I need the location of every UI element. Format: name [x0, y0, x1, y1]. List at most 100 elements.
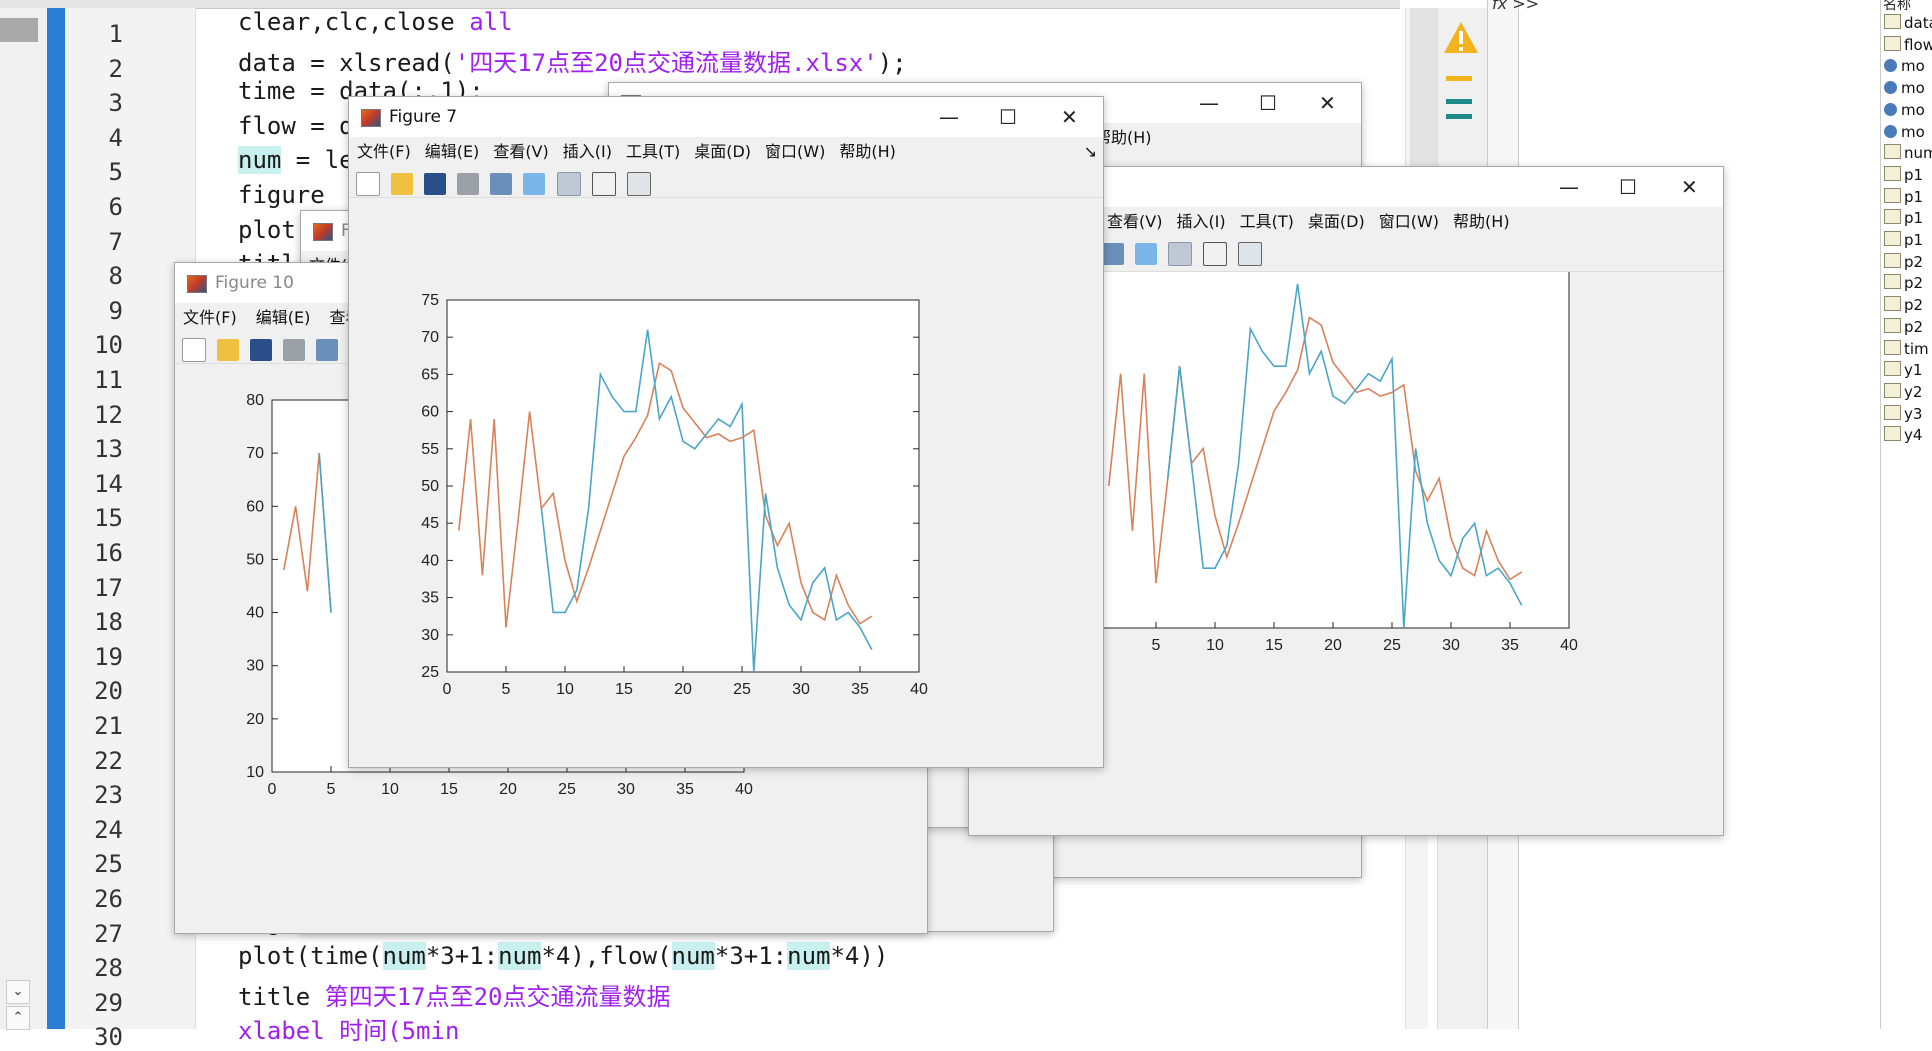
menu-item[interactable]: 文件(F) — [357, 137, 411, 167]
editor-tab-strip[interactable] — [0, 0, 1400, 9]
workspace-variable[interactable]: flow — [1884, 35, 1932, 56]
maximize-icon[interactable]: ☐ — [999, 105, 1017, 129]
property-inspector-icon[interactable] — [626, 172, 651, 196]
warning-marker[interactable] — [1446, 76, 1472, 81]
y-tick-label: 70 — [421, 329, 439, 346]
close-icon[interactable]: ✕ — [1681, 175, 1698, 199]
workspace-variable[interactable]: y4 — [1884, 426, 1922, 446]
minimize-icon[interactable]: — — [1199, 91, 1219, 115]
save-icon[interactable] — [424, 173, 447, 195]
print-icon[interactable] — [457, 173, 480, 195]
workspace-variable[interactable]: p2 — [1884, 296, 1923, 316]
workspace-variable[interactable]: y2 — [1884, 382, 1922, 403]
scrollbar-thumb[interactable] — [1410, 8, 1438, 168]
menu-item[interactable]: 窗口(W) — [765, 137, 825, 167]
issue-marker[interactable] — [1446, 114, 1472, 119]
menu-item[interactable]: 窗口(W) — [1379, 207, 1439, 237]
chevron-up-icon[interactable]: ⌃ — [6, 1006, 30, 1030]
new-figure-icon[interactable] — [356, 172, 380, 196]
chevron-down-icon[interactable]: ⌄ — [6, 980, 30, 1004]
figure-window-7[interactable]: Figure 7 — ☐ ✕ 文件(F) 编辑(E) 查看(V) 插入(I) 工具(T)… — [348, 96, 1104, 768]
workspace-variable[interactable]: mo — [1884, 123, 1925, 143]
menu-item[interactable]: 桌面(D) — [694, 137, 751, 167]
issue-marker[interactable] — [1446, 99, 1472, 104]
line-number: 22 — [94, 746, 123, 775]
code-line[interactable]: num = le — [238, 146, 354, 175]
menu-item[interactable]: 插入(I) — [563, 137, 612, 167]
new-figure-icon[interactable] — [182, 338, 206, 362]
maximize-icon[interactable]: ☐ — [1259, 91, 1277, 115]
dock-arrow-icon[interactable]: ↘ — [1084, 137, 1097, 167]
minimize-icon[interactable]: — — [939, 105, 959, 129]
code-line[interactable]: title 第四天17点至20点交通流量数据 — [238, 977, 671, 1012]
workspace-variable[interactable]: p2 — [1884, 274, 1923, 294]
breakpoint-bar[interactable] — [47, 8, 65, 1029]
menu-item[interactable]: 帮助(H) — [839, 137, 896, 167]
workspace-variable[interactable]: data — [1884, 14, 1932, 34]
legend-icon[interactable] — [556, 172, 581, 196]
legend-icon[interactable] — [1168, 242, 1193, 266]
figure-title: Figure 10 — [215, 273, 294, 293]
x-tick-label: 10 — [381, 781, 399, 798]
menu-item[interactable]: 查看(V) — [493, 137, 548, 167]
workspace-variable[interactable]: p1 — [1884, 209, 1923, 229]
figure-titlebar[interactable]: Figure 7 — ☐ ✕ — [349, 97, 1103, 137]
workspace-variable[interactable]: p2 — [1884, 317, 1923, 338]
figure7-axes[interactable]: 0 5 10 15 20 25 30 35 40 25 30 35 40 45 50 55 60 65 70 75 — [349, 198, 1103, 768]
matrix-variable-icon — [1884, 231, 1901, 246]
menu-edit[interactable]: 编辑(E) — [256, 303, 311, 333]
workspace-variable[interactable]: mo — [1884, 101, 1925, 121]
x-tick-label: 35 — [1501, 637, 1519, 654]
line-number: 15 — [94, 504, 123, 533]
menu-item[interactable]: 编辑(E) — [425, 137, 480, 167]
line-number: 2 — [108, 54, 123, 83]
minimize-icon[interactable]: — — [1559, 175, 1579, 199]
menu-item[interactable]: 工具(T) — [1240, 207, 1294, 237]
pointer-icon[interactable] — [591, 172, 616, 196]
menu-file[interactable]: 文件(F) — [183, 303, 237, 333]
property-inspector-icon[interactable] — [1238, 242, 1263, 266]
print-preview-icon[interactable] — [1102, 243, 1124, 265]
workspace-variable[interactable]: p1 — [1884, 187, 1923, 208]
workspace-variable[interactable]: p2 — [1884, 252, 1923, 273]
print-icon[interactable] — [283, 339, 306, 361]
menu-item[interactable]: 工具(T) — [626, 137, 680, 167]
workspace-variable[interactable]: y3 — [1884, 404, 1922, 425]
workspace-variable[interactable]: mo — [1884, 79, 1925, 99]
code-line[interactable]: plot(time(num*3+1:num*4),flow(num*3+1:nu… — [238, 942, 888, 971]
line-number: 5 — [108, 158, 123, 187]
workspace-variable[interactable]: mo — [1884, 57, 1925, 77]
close-icon[interactable]: ✕ — [1319, 91, 1336, 115]
code-line[interactable]: clear,clc,close all — [238, 8, 513, 36]
menu-item[interactable]: 帮助(H) — [1453, 207, 1510, 237]
warning-icon[interactable] — [1442, 20, 1480, 56]
workspace-variable[interactable]: tim — [1884, 339, 1929, 360]
code-line[interactable]: data = xlsread('四天17点至20点交通流量数据.xlsx'); — [238, 43, 907, 78]
menu-item[interactable]: 插入(I) — [1176, 207, 1225, 237]
workspace-variable[interactable]: p1 — [1884, 231, 1923, 251]
pointer-icon[interactable] — [1203, 242, 1228, 266]
close-icon[interactable]: ✕ — [1061, 105, 1078, 129]
workspace-column-header[interactable]: 名称 — [1883, 0, 1911, 14]
colorbar-icon[interactable] — [523, 173, 546, 195]
print-preview-icon[interactable] — [316, 339, 339, 361]
menu-item[interactable]: 桌面(D) — [1308, 207, 1365, 237]
code-line[interactable]: figure — [238, 181, 325, 209]
line-number: 4 — [108, 123, 123, 152]
workspace-variable[interactable]: p1 — [1884, 165, 1923, 186]
matrix-variable-icon — [1884, 361, 1901, 377]
line-number: 19 — [94, 642, 123, 671]
line-number: 1 — [108, 20, 123, 48]
code-line[interactable]: plot — [238, 216, 296, 244]
matrix-variable-icon — [1884, 339, 1901, 355]
save-icon[interactable] — [250, 339, 273, 361]
menu-item[interactable]: 查看(V) — [1107, 207, 1162, 237]
maximize-icon[interactable]: ☐ — [1619, 175, 1637, 199]
workspace-variable[interactable]: y1 — [1884, 361, 1922, 381]
open-file-icon[interactable] — [217, 339, 240, 361]
workspace-variable[interactable]: num — [1884, 144, 1932, 164]
print-preview-icon[interactable] — [490, 173, 513, 195]
colorbar-icon[interactable] — [1135, 243, 1158, 265]
code-line[interactable]: flow = d — [238, 112, 354, 140]
open-file-icon[interactable] — [391, 173, 414, 195]
